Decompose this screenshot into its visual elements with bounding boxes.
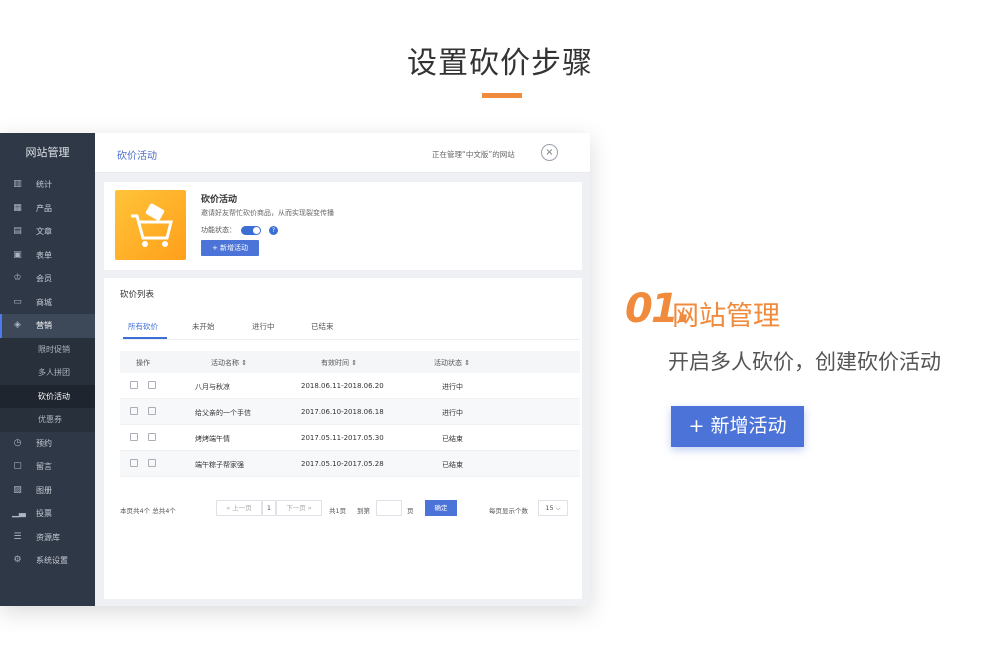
table-header: 操作 活动名称 ⇕ 有效时间 ⇕ 活动状态 ⇕: [120, 351, 580, 373]
total-pages: 共1页: [329, 507, 347, 515]
crown-icon: ♔: [13, 273, 22, 284]
pager-summary: 本页共4个 总共4个: [120, 507, 176, 515]
sidebar-item-gallery[interactable]: ▨ 图册: [0, 479, 95, 503]
delete-icon[interactable]: [148, 407, 156, 415]
bargain-list-card: 砍价列表 所有砍价 未开始 进行中 已结束 操作 活动名称 ⇕ 有效时间 ⇕ 活…: [104, 278, 582, 599]
feature-state: 功能状态： ?: [201, 225, 278, 235]
managing-site-text: 正在管理“中文版”的网站: [432, 150, 515, 159]
admin-screenshot: 网站管理 ▥ 统计 ▦ 产品 ▤ 文章 ▣ 表单 ♔ 会员 ▭ 商城 ◈ 营销 限时促销 多人…: [0, 133, 590, 606]
document-icon: ▤: [13, 226, 22, 237]
edit-icon[interactable]: [130, 433, 138, 441]
step-title: 网站管理: [672, 301, 780, 332]
top-bar: 砍价活动 正在管理“中文版”的网站 ×: [95, 133, 590, 173]
table-row: 给父亲的一个手信 2017.06.10-2018.06.18 进行中: [120, 399, 580, 425]
col-name[interactable]: 活动名称 ⇕: [211, 358, 247, 368]
delete-icon[interactable]: [148, 459, 156, 467]
col-actions: 操作: [136, 359, 150, 367]
grid-icon: ▦: [13, 202, 22, 213]
step-subtitle: 开启多人砍价，创建砍价活动: [668, 350, 941, 374]
goto-label: 到第: [357, 507, 370, 515]
sidebar-item-settings[interactable]: ⚙ 系统设置: [0, 549, 95, 573]
tab-all[interactable]: 所有砍价: [128, 321, 158, 332]
tab-in-progress[interactable]: 进行中: [252, 321, 275, 332]
pagination: 本页共4个 总共4个 « 上一页 1 下一页 » 共1页 到第 页 确定 每页显…: [120, 500, 580, 520]
tag-icon: ◈: [14, 320, 21, 331]
sidebar-item-members[interactable]: ♔ 会员: [0, 267, 95, 291]
tab-active-indicator: [123, 337, 167, 339]
sidebar-sub-group-buy[interactable]: 多人拼团: [0, 361, 95, 385]
delete-icon[interactable]: [148, 381, 156, 389]
feature-title: 砍价活动: [201, 195, 238, 205]
title-underline: [482, 93, 522, 98]
feature-card: 砍价活动 邀请好友帮忙砍价商品，从而实现裂变传播 功能状态： ? + 新增活动: [104, 182, 582, 270]
edit-icon[interactable]: [130, 381, 138, 389]
edit-icon[interactable]: [130, 407, 138, 415]
sidebar-item-resources[interactable]: ☰ 资源库: [0, 526, 95, 550]
sidebar-title: 网站管理: [25, 146, 70, 159]
col-time[interactable]: 有效时间 ⇕: [321, 358, 357, 368]
sidebar-item-articles[interactable]: ▤ 文章: [0, 220, 95, 244]
form-icon: ▣: [13, 249, 22, 260]
sidebar-item-store[interactable]: ▭ 商城: [0, 291, 95, 315]
sidebar-sub-flash-sale[interactable]: 限时促销: [0, 337, 95, 361]
table-row: 八月与秋凉 2018.06.11-2018.06.20 进行中: [120, 373, 580, 399]
per-page-label: 每页显示个数: [489, 507, 528, 515]
image-icon: ▨: [13, 484, 22, 495]
sidebar-item-messages[interactable]: ▢ 留言: [0, 455, 95, 479]
edit-icon[interactable]: [130, 459, 138, 467]
tab-ended[interactable]: 已结束: [311, 321, 334, 332]
goto-page-input[interactable]: [376, 500, 402, 516]
chart-icon: ▥: [13, 179, 22, 190]
list-tabs: 所有砍价 未开始 进行中 已结束: [120, 314, 580, 340]
add-activity-button[interactable]: + 新增活动: [201, 240, 259, 256]
sidebar-item-stats[interactable]: ▥ 统计: [0, 173, 95, 197]
page-number[interactable]: 1: [262, 500, 276, 516]
sidebar-item-votes[interactable]: ▁▃ 投票: [0, 502, 95, 526]
col-status[interactable]: 活动状态 ⇕: [434, 358, 470, 368]
sidebar-item-forms[interactable]: ▣ 表单: [0, 244, 95, 268]
feature-description: 邀请好友帮忙砍价商品，从而实现裂变传播: [201, 209, 334, 217]
confirm-button[interactable]: 确定: [425, 500, 457, 516]
table-row: 端午粽子帮家强 2017.05.10-2017.05.28 已结束: [120, 451, 580, 477]
next-page-button[interactable]: 下一页 »: [276, 500, 322, 516]
help-icon[interactable]: ?: [269, 225, 278, 235]
add-activity-cta-button[interactable]: + 新增活动: [671, 406, 804, 447]
message-icon: ▢: [13, 461, 22, 472]
close-icon[interactable]: ×: [541, 144, 558, 161]
sidebar-item-products[interactable]: ▦ 产品: [0, 197, 95, 221]
per-page-select[interactable]: 15 ⌵: [538, 500, 568, 516]
page-title: 设置砍价步骤: [407, 46, 593, 81]
cart-icon: [115, 190, 186, 260]
clock-icon: ◷: [13, 437, 22, 448]
sidebar: 网站管理 ▥ 统计 ▦ 产品 ▤ 文章 ▣ 表单 ♔ 会员 ▭ 商城 ◈ 营销 限时促销 多人…: [0, 133, 95, 606]
breadcrumb: 砍价活动: [117, 151, 157, 162]
feature-toggle[interactable]: [241, 225, 261, 235]
list-title: 砍价列表: [120, 290, 155, 300]
table-row: 烤烤端午情 2017.05.11-2017.05.30 已结束: [120, 425, 580, 451]
bar-icon: ▁▃: [12, 508, 26, 519]
settings-icon: ⚙: [13, 555, 22, 566]
sidebar-sub-coupon[interactable]: 优惠券: [0, 408, 95, 432]
delete-icon[interactable]: [148, 433, 156, 441]
tab-not-started[interactable]: 未开始: [192, 321, 215, 332]
store-icon: ▭: [13, 296, 22, 307]
prev-page-button[interactable]: « 上一页: [216, 500, 262, 516]
sidebar-item-booking[interactable]: ◷ 预约: [0, 432, 95, 456]
sidebar-sub-bargain[interactable]: 砍价活动: [0, 384, 95, 408]
database-icon: ☰: [13, 531, 22, 542]
page-unit: 页: [407, 507, 414, 515]
sidebar-item-marketing[interactable]: ◈ 营销: [0, 314, 95, 338]
